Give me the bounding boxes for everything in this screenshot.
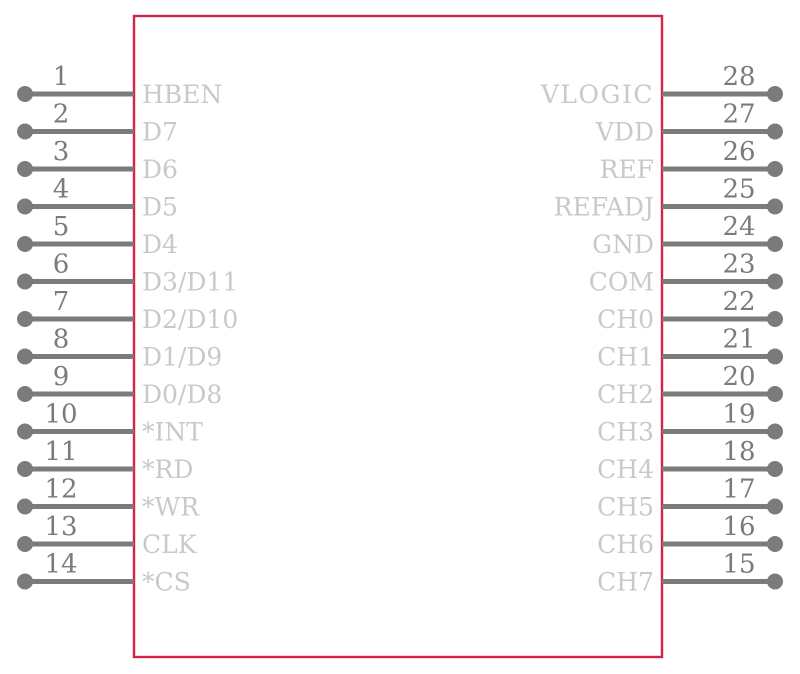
pin-name-label: CLK xyxy=(142,530,198,559)
pin-terminal-dot[interactable] xyxy=(17,423,33,440)
pin-number-label: 23 xyxy=(722,250,755,280)
pin-name-label: *INT xyxy=(142,418,203,447)
pin-name-label: *RD xyxy=(142,455,193,484)
left-pin-group: 1 HBEN 2 D7 3 D6 4 D5 5 D4 6 D3/D11 7 D2/D10 8 D1/D9 9 D0… xyxy=(17,62,238,597)
pin-terminal-dot[interactable] xyxy=(767,386,783,402)
pin-name-label: CH4 xyxy=(597,455,654,484)
pin-terminal-dot[interactable] xyxy=(17,498,33,515)
pin-terminal-dot[interactable] xyxy=(17,198,33,215)
pin-number-label: 13 xyxy=(44,512,77,542)
pin-number-label: 28 xyxy=(722,62,755,92)
pin-number-label: 4 xyxy=(53,175,70,205)
pin: 6 D3/D11 xyxy=(17,250,238,297)
pin-number-label: 14 xyxy=(44,550,77,580)
pin-terminal-dot[interactable] xyxy=(17,86,33,102)
pin-terminal-dot[interactable] xyxy=(17,461,33,477)
pin-name-label: COM xyxy=(589,268,654,297)
pin-name-label: CH2 xyxy=(597,380,654,409)
pin-terminal-dot[interactable] xyxy=(17,386,33,402)
pin-terminal-dot[interactable] xyxy=(17,123,33,140)
pin-number-label: 11 xyxy=(44,437,77,467)
pin-name-label: *CS xyxy=(142,568,191,597)
pin-number-label: 26 xyxy=(722,137,755,167)
pin-name-label: D0/D8 xyxy=(142,380,222,409)
pin-number-label: 10 xyxy=(44,400,77,430)
pin-number-label: 9 xyxy=(53,362,70,392)
pin-name-label: D2/D10 xyxy=(142,305,238,334)
pin-terminal-dot[interactable] xyxy=(767,536,783,552)
pin-name-label: REFADJ xyxy=(554,193,654,222)
pin-terminal-dot[interactable] xyxy=(17,573,33,590)
pin-name-label: CH1 xyxy=(597,343,654,372)
pin-name-label: D1/D9 xyxy=(142,343,222,372)
pin-number-label: 17 xyxy=(722,475,755,505)
pin-terminal-dot[interactable] xyxy=(17,273,33,290)
pin-name-label: D6 xyxy=(142,155,178,184)
pin-number-label: 25 xyxy=(722,175,755,205)
pin-name-label: CH6 xyxy=(597,530,654,559)
pin-name-label: CH0 xyxy=(597,305,654,334)
pin-number-label: 22 xyxy=(722,287,755,317)
pin-name-label: CH3 xyxy=(597,418,654,447)
pin-terminal-dot[interactable] xyxy=(17,161,33,177)
pin-number-label: 1 xyxy=(53,62,70,92)
pin-terminal-dot[interactable] xyxy=(767,498,783,515)
pin-name-label: CH5 xyxy=(597,493,654,522)
pin-name-label: D4 xyxy=(142,230,178,259)
pin-number-label: 3 xyxy=(53,137,70,167)
pin-number-label: 7 xyxy=(53,287,70,317)
pin-terminal-dot[interactable] xyxy=(767,161,783,177)
pin-number-label: 16 xyxy=(722,512,755,542)
pin-terminal-dot[interactable] xyxy=(17,536,33,552)
pin-name-label: CH7 xyxy=(597,568,654,597)
pin-number-label: 2 xyxy=(53,100,70,130)
pin-terminal-dot[interactable] xyxy=(767,273,783,290)
pin-number-label: 21 xyxy=(722,325,755,355)
ic-body-outline xyxy=(132,14,664,659)
pin-number-label: 27 xyxy=(722,100,755,130)
pin-name-label: REF xyxy=(600,155,654,184)
pin-number-label: 12 xyxy=(44,475,77,505)
pin-terminal-dot[interactable] xyxy=(767,198,783,215)
pin-terminal-dot[interactable] xyxy=(767,423,783,440)
pin-name-label: D3/D11 xyxy=(142,268,238,297)
pin-terminal-dot[interactable] xyxy=(17,236,33,252)
pin-terminal-dot[interactable] xyxy=(17,348,33,365)
pin: 1 HBEN xyxy=(17,62,222,109)
pin-terminal-dot[interactable] xyxy=(767,573,783,590)
pin-name-label: GND xyxy=(592,230,654,259)
pin-name-label: D5 xyxy=(142,193,178,222)
pin-terminal-dot[interactable] xyxy=(767,348,783,365)
pin-number-label: 8 xyxy=(53,325,70,355)
pin-terminal-dot[interactable] xyxy=(767,86,783,102)
pin-name-label: VDD xyxy=(595,118,654,147)
pin-terminal-dot[interactable] xyxy=(17,311,33,327)
schematic-symbol-canvas: 1 HBEN 2 D7 3 D6 4 D5 5 D4 6 D3/D11 7 D2/D10 8 D1/D9 9 D0… xyxy=(0,0,800,674)
pin-number-label: 19 xyxy=(722,400,755,430)
pin-number-label: 18 xyxy=(722,437,755,467)
schematic-symbol-drawing: 1 HBEN 2 D7 3 D6 4 D5 5 D4 6 D3/D11 7 D2/D10 8 D1/D9 9 D0… xyxy=(17,14,783,659)
pin-terminal-dot[interactable] xyxy=(767,461,783,477)
pin-name-label: HBEN xyxy=(142,80,222,109)
pin-number-label: 5 xyxy=(53,212,70,242)
pin-terminal-dot[interactable] xyxy=(767,123,783,140)
pin-terminal-dot[interactable] xyxy=(767,311,783,327)
pin-name-label: *WR xyxy=(142,493,200,522)
pin-number-label: 20 xyxy=(722,362,755,392)
pin-number-label: 15 xyxy=(722,550,755,580)
pin-number-label: 24 xyxy=(722,212,755,242)
pin-terminal-dot[interactable] xyxy=(767,236,783,252)
pin-name-label: VLOGIC xyxy=(540,80,654,109)
pin-number-label: 6 xyxy=(53,250,70,280)
pin-name-label: D7 xyxy=(142,118,178,147)
